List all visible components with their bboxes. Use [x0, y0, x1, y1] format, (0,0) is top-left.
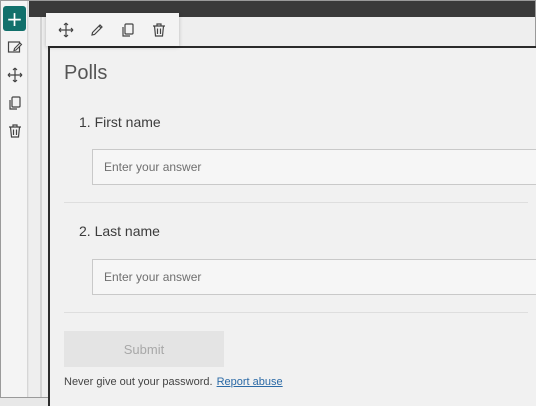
report-abuse-link[interactable]: Report abuse	[217, 376, 283, 388]
move-webpart-button[interactable]	[54, 18, 78, 42]
section-guide	[40, 17, 42, 397]
edit-section-button[interactable]	[5, 37, 25, 57]
first-name-input[interactable]: Enter your answer	[92, 149, 536, 185]
section-toolbar: +	[1, 1, 28, 397]
webpart-toolbar	[46, 13, 179, 46]
duplicate-icon	[122, 22, 134, 37]
add-section-button[interactable]: +	[3, 6, 26, 31]
poll-title: Polls	[64, 62, 108, 84]
duplicate-webpart-button[interactable]	[116, 18, 140, 42]
duplicate-icon	[9, 96, 21, 110]
delete-icon	[153, 22, 166, 37]
question-first-name-label: 1. First name	[79, 114, 161, 130]
question-divider	[64, 312, 528, 313]
edit-section-icon	[7, 41, 23, 53]
delete-section-button[interactable]	[5, 121, 25, 141]
duplicate-section-button[interactable]	[5, 93, 25, 113]
footer-notice: Never give out your password. Report abus…	[64, 376, 283, 388]
plus-icon: +	[6, 6, 23, 31]
last-name-input[interactable]: Enter your answer	[92, 259, 536, 295]
delete-webpart-button[interactable]	[147, 18, 171, 42]
move-icon	[7, 67, 23, 83]
question-last-name-label: 2. Last name	[79, 223, 160, 239]
edit-webpart-button[interactable]	[85, 18, 109, 42]
move-section-button[interactable]	[5, 65, 25, 85]
delete-icon	[9, 124, 21, 138]
password-warning: Never give out your password.	[64, 376, 213, 388]
move-icon	[58, 22, 74, 37]
submit-button[interactable]: Submit	[64, 331, 224, 367]
question-divider	[64, 202, 528, 203]
edit-icon	[91, 23, 103, 36]
